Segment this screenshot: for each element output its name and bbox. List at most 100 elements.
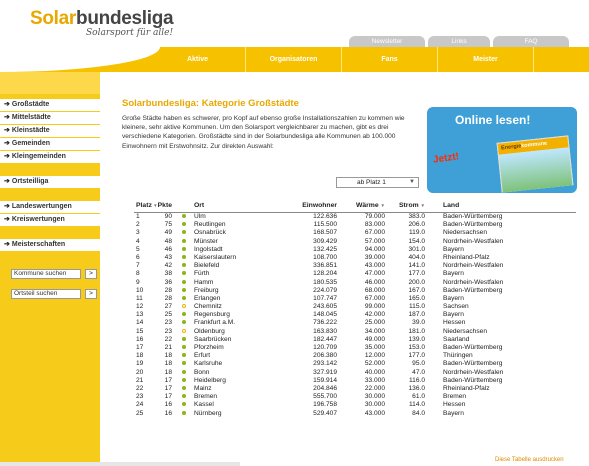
cell-ort[interactable]: Regensburg bbox=[194, 311, 284, 319]
cell-waerme: 12.000 bbox=[364, 352, 385, 360]
cell-ort[interactable]: Ingolstadt bbox=[194, 246, 284, 254]
cell-ort[interactable]: Münster bbox=[194, 238, 284, 246]
cell-strom: 383.0 bbox=[408, 213, 425, 220]
header-einwohner[interactable]: Einwohner bbox=[284, 199, 337, 212]
sidebar-item-meisterschaften[interactable]: ➔ Meisterschaften bbox=[0, 239, 100, 251]
cell-einwohner: 168.507 bbox=[313, 229, 337, 237]
cell-ort[interactable]: Erlangen bbox=[194, 295, 284, 303]
promo-banner[interactable]: Online lesen! Energiekommune Jetzt! bbox=[427, 107, 577, 193]
cell-strom: 165.0 bbox=[408, 294, 425, 302]
cell-land: Rheinland-Pfalz bbox=[443, 253, 490, 261]
cell-platz: 15 bbox=[136, 327, 144, 335]
cell-waerme: 67.000 bbox=[364, 294, 385, 302]
table-row: 23 17 Bremen 555.700 30.000 61.0 Bremen bbox=[134, 393, 576, 401]
kommune-search-button[interactable]: > bbox=[85, 269, 97, 279]
header-strom[interactable]: Strom ▼ bbox=[385, 199, 425, 212]
sidebar-item-kleinstaedte[interactable]: ➔ Kleinstädte bbox=[0, 125, 100, 137]
kommune-search: Kommune suchen > bbox=[0, 264, 100, 284]
cell-ort[interactable]: Hamm bbox=[194, 279, 284, 287]
cell-land: Nordrhein-Westfalen bbox=[443, 262, 504, 270]
cell-ort[interactable]: Saarbrücken bbox=[194, 336, 284, 344]
cell-pkte: 23 bbox=[164, 327, 172, 335]
bottom-scrollbar[interactable] bbox=[0, 462, 240, 466]
sidebar-item-kreiswertungen[interactable]: ➔ Kreiswertungen bbox=[0, 214, 100, 226]
cell-platz: 10 bbox=[136, 286, 144, 294]
header-ort[interactable]: Ort bbox=[194, 199, 284, 212]
cell-einwohner: 224.079 bbox=[313, 286, 337, 294]
header-platz[interactable]: Platz bbox=[134, 199, 152, 212]
cell-einwohner: 206.380 bbox=[313, 352, 337, 360]
header-waerme[interactable]: Wärme ▼ bbox=[337, 199, 385, 212]
cell-ort[interactable]: Osnabrück bbox=[194, 229, 284, 237]
cell-ort[interactable]: Erfurt bbox=[194, 352, 284, 360]
cell-ort[interactable]: Bremen bbox=[194, 393, 284, 401]
print-table-link[interactable]: Diese Tabelle ausdrucken bbox=[495, 457, 564, 463]
cell-platz: 20 bbox=[136, 368, 144, 376]
nav-meister[interactable]: Meister bbox=[438, 47, 534, 72]
arrow-right-icon: ➔ bbox=[4, 140, 10, 147]
status-dot bbox=[174, 336, 194, 344]
table-row: 25 16 Nürnberg 529.407 43.000 84.0 Bayern bbox=[134, 410, 576, 418]
sidebar-item-grossstaedte[interactable]: ➔ Großstädte bbox=[0, 99, 100, 111]
nav-organisatoren[interactable]: Organisatoren bbox=[246, 47, 342, 72]
sidebar-item-kleingemeinden[interactable]: ➔ Kleingemeinden bbox=[0, 151, 100, 163]
nav-fans[interactable]: Fans bbox=[342, 47, 438, 72]
sidebar-item-mittelstaedte[interactable]: ➔ Mittelstädte bbox=[0, 112, 100, 124]
cell-ort[interactable]: Frankfurt a.M. bbox=[194, 319, 284, 327]
ortsteil-search-button[interactable]: > bbox=[85, 289, 97, 299]
cell-platz: 23 bbox=[136, 393, 144, 401]
cell-pkte: 18 bbox=[164, 352, 172, 360]
cell-ort[interactable]: Fürth bbox=[194, 270, 284, 278]
sidebar-item-landeswertungen[interactable]: ➔ Landeswertungen bbox=[0, 201, 100, 213]
cell-ort[interactable]: Reutlingen bbox=[194, 221, 284, 229]
cell-ort[interactable]: Ulm bbox=[194, 213, 284, 221]
status-dot-icon bbox=[182, 345, 186, 349]
cell-ort[interactable]: Freiburg bbox=[194, 287, 284, 295]
cell-land: Thüringen bbox=[443, 352, 473, 360]
cell-pkte: 46 bbox=[164, 245, 172, 253]
cell-einwohner: 148.045 bbox=[313, 311, 337, 319]
sidebar-item-gemeinden[interactable]: ➔ Gemeinden bbox=[0, 138, 100, 150]
cell-pkte: 16 bbox=[164, 401, 172, 409]
cell-ort[interactable]: Bielefeld bbox=[194, 262, 284, 270]
header-land[interactable]: Land bbox=[425, 199, 576, 212]
cell-land: Rheinland-Pfalz bbox=[443, 384, 490, 392]
cell-land: Hessen bbox=[443, 401, 466, 409]
cell-ort[interactable]: Karlsruhe bbox=[194, 360, 284, 368]
cell-ort[interactable]: Kaiserslautern bbox=[194, 254, 284, 262]
cell-waerme: 68.000 bbox=[364, 286, 385, 294]
cell-land: Baden-Württemberg bbox=[443, 360, 503, 368]
cell-waerme: 39.000 bbox=[364, 253, 385, 261]
header-pkte[interactable]: ▼Pkte bbox=[152, 199, 174, 212]
top-tabs: Newsletter Links FAQ bbox=[349, 36, 569, 47]
cell-ort[interactable]: Heidelberg bbox=[194, 377, 284, 385]
cell-ort[interactable]: Pforzheim bbox=[194, 344, 284, 352]
cell-ort[interactable]: Bonn bbox=[194, 369, 284, 377]
platz-select[interactable]: ab Platz 1 ▼ bbox=[336, 177, 419, 188]
nav-aktive[interactable]: Aktive bbox=[150, 47, 246, 72]
cell-ort[interactable]: Mainz bbox=[194, 385, 284, 393]
logo[interactable]: Solarbundesliga Solarsport für alle! bbox=[30, 8, 174, 38]
magazine-cover-image: Energiekommune bbox=[496, 135, 574, 193]
status-dot bbox=[174, 213, 194, 221]
tab-links[interactable]: Links bbox=[428, 36, 490, 47]
cell-strom: 115.0 bbox=[408, 303, 425, 311]
cell-einwohner: 309.429 bbox=[313, 237, 337, 245]
table-row: 17 21 Pforzheim 120.709 35.000 153.0 Baden-Wür… bbox=[134, 344, 576, 352]
kommune-search-input[interactable]: Kommune suchen bbox=[11, 269, 81, 279]
sidebar-item-ortsteilliga[interactable]: ➔ Ortsteilliga bbox=[0, 176, 100, 188]
cell-einwohner: 108.700 bbox=[313, 253, 337, 261]
tab-faq[interactable]: FAQ bbox=[493, 36, 569, 47]
cell-ort[interactable]: Oldenburg bbox=[194, 328, 284, 336]
cell-waerme: 30.000 bbox=[364, 393, 385, 401]
cell-einwohner: 243.605 bbox=[313, 303, 337, 311]
cell-ort[interactable]: Chemnitz bbox=[194, 303, 284, 311]
tab-newsletter[interactable]: Newsletter bbox=[349, 36, 425, 47]
ortsteil-search-input[interactable]: Ortsteil suchen bbox=[11, 289, 81, 299]
cell-pkte: 18 bbox=[164, 360, 172, 368]
cell-ort[interactable]: Kassel bbox=[194, 401, 284, 409]
cell-ort[interactable]: Nürnberg bbox=[194, 410, 284, 418]
cell-platz: 11 bbox=[136, 294, 143, 302]
arrow-right-icon: ➔ bbox=[4, 178, 10, 185]
status-dot-icon bbox=[182, 287, 186, 292]
